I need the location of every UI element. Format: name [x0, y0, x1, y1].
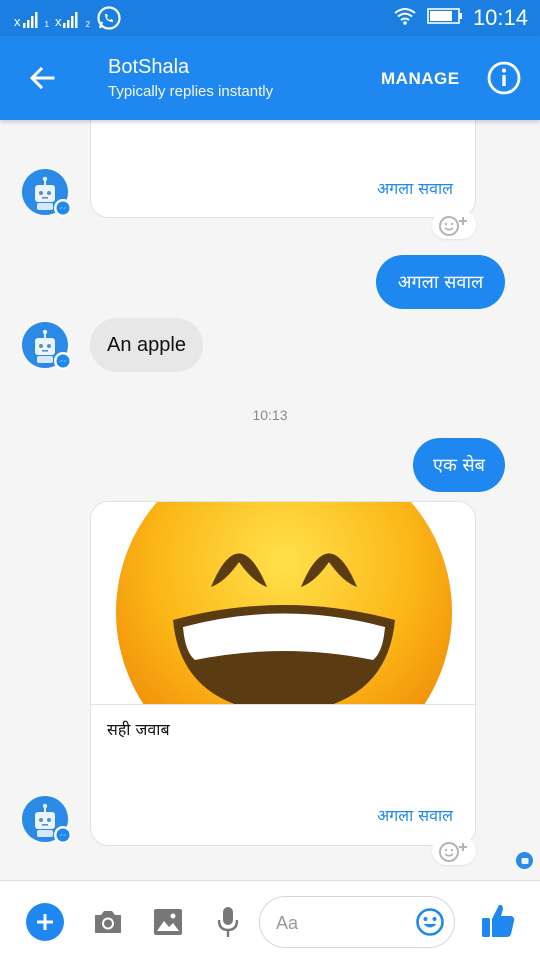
battery-icon	[427, 7, 463, 30]
incoming-message[interactable]: An apple	[90, 318, 203, 372]
sim2-signal-icon: x 2	[55, 11, 90, 29]
back-button[interactable]	[20, 58, 64, 98]
sim1-signal-icon: x 1	[14, 11, 49, 29]
grinning-face-image-icon	[116, 502, 452, 704]
sim1-index: 1	[44, 19, 49, 29]
seen-receipt-avatar	[516, 852, 533, 869]
clock: 10:14	[472, 5, 528, 30]
chat-title[interactable]: BotShala	[108, 56, 189, 79]
manage-button[interactable]: MANAGE	[381, 69, 460, 89]
camera-icon	[95, 911, 121, 933]
status-bar: x 1 x 2 10:14	[0, 0, 540, 36]
bot-card-answer: सही जवाब अगला सवाल	[90, 501, 476, 846]
timestamp: 10:13	[252, 407, 288, 423]
emoji-icon	[416, 908, 444, 936]
gallery-button[interactable]	[151, 905, 185, 939]
message-input-wrapper	[259, 896, 455, 948]
messenger-badge-icon	[54, 352, 72, 370]
message-composer	[0, 880, 540, 960]
add-reaction-button[interactable]	[432, 837, 476, 865]
wifi-icon	[393, 6, 417, 31]
chat-subtitle: Typically replies instantly	[108, 83, 274, 100]
plus-icon	[37, 914, 53, 930]
bot-avatar[interactable]	[22, 169, 72, 217]
chat-header: BotShala Typically replies instantly MAN…	[0, 36, 540, 120]
bot-avatar[interactable]	[22, 796, 72, 844]
messenger-badge-icon	[54, 826, 72, 844]
card-divider	[91, 704, 475, 705]
microphone-icon	[217, 907, 239, 937]
add-reaction-button[interactable]	[432, 211, 476, 239]
bot-card-question: अगला सवाल	[90, 120, 476, 218]
camera-button[interactable]	[91, 905, 125, 939]
message-list[interactable]: अगला सवाल अगला सवाल An apple 10:13 एक से…	[0, 120, 540, 880]
message-input[interactable]	[276, 909, 416, 937]
status-right: 10:14	[393, 5, 528, 31]
arrow-back-icon	[29, 66, 55, 90]
bot-avatar[interactable]	[22, 322, 72, 370]
robot-icon	[521, 857, 528, 864]
card-answer-text: सही जवाब	[107, 720, 170, 739]
thumbs-up-icon	[482, 904, 515, 937]
whatsapp-icon	[96, 5, 122, 34]
info-button[interactable]	[486, 60, 522, 96]
info-icon	[487, 61, 521, 95]
microphone-button[interactable]	[211, 903, 245, 941]
smiley-plus-icon	[439, 216, 467, 236]
add-button[interactable]	[26, 903, 64, 941]
sim1-label: x	[14, 13, 21, 29]
next-question-button[interactable]: अगला सवाल	[377, 804, 453, 826]
card-image	[91, 502, 475, 704]
next-question-button[interactable]: अगला सवाल	[377, 177, 453, 199]
sim2-label: x	[54, 13, 62, 29]
status-left: x 1 x 2	[14, 5, 122, 34]
image-icon	[154, 909, 182, 935]
messenger-badge-icon	[54, 199, 72, 217]
smiley-plus-icon	[439, 842, 467, 862]
outgoing-message[interactable]: अगला सवाल	[376, 255, 505, 309]
emoji-button[interactable]	[414, 906, 446, 938]
like-button[interactable]	[478, 899, 518, 943]
sim2-index: 2	[85, 19, 90, 29]
outgoing-message[interactable]: एक सेब	[413, 438, 505, 492]
